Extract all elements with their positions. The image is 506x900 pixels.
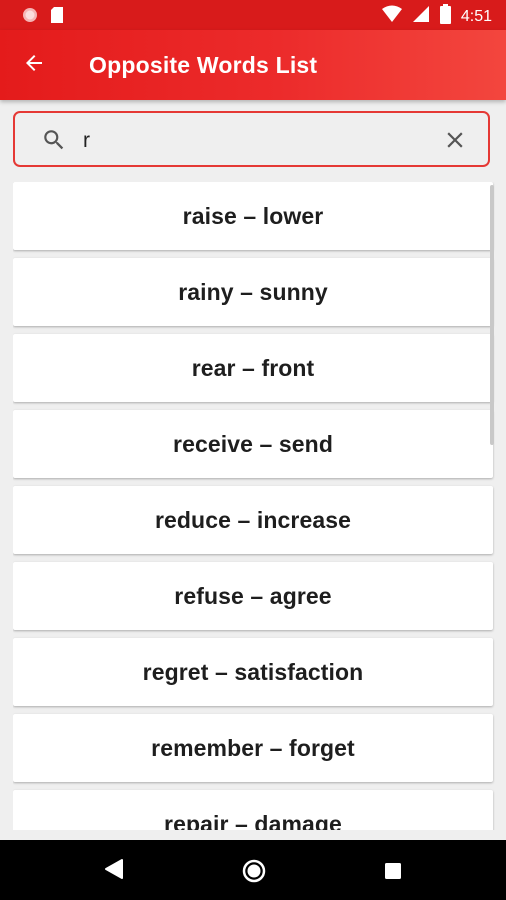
list-item[interactable]: raise – lower <box>13 182 493 250</box>
list-item[interactable]: remember – forget <box>13 714 493 782</box>
close-icon[interactable] <box>442 127 468 158</box>
search-icon <box>41 127 67 158</box>
home-circle-icon[interactable] <box>242 859 266 888</box>
opposite-words-list: raise – lower rainy – sunny rear – front… <box>13 182 495 830</box>
status-left-icons <box>22 6 64 29</box>
list-scrollbar[interactable] <box>490 185 494 445</box>
app-bar: Opposite Words List <box>0 30 506 100</box>
search-bar[interactable] <box>13 111 490 167</box>
back-triangle-icon[interactable] <box>104 858 124 885</box>
record-icon <box>22 7 38 28</box>
search-input[interactable] <box>81 123 445 159</box>
sd-card-icon <box>50 6 64 29</box>
list-item[interactable]: regret – satisfaction <box>13 638 493 706</box>
list-item[interactable]: refuse – agree <box>13 562 493 630</box>
list-item[interactable]: receive – send <box>13 410 493 478</box>
battery-icon <box>439 4 451 29</box>
recents-square-icon[interactable] <box>384 862 402 885</box>
page-title: Opposite Words List <box>89 52 318 78</box>
status-right-icons: 4:51 <box>381 4 492 29</box>
navigation-bar <box>0 840 506 900</box>
list-item[interactable]: rainy – sunny <box>13 258 493 326</box>
status-time: 4:51 <box>460 7 492 25</box>
signal-icon <box>412 5 430 28</box>
list-item[interactable]: repair – damage <box>13 790 493 830</box>
status-bar: 4:51 <box>0 0 506 30</box>
wifi-icon <box>381 5 402 28</box>
list-item[interactable]: rear – front <box>13 334 493 402</box>
list-item[interactable]: reduce – increase <box>13 486 493 554</box>
back-button[interactable] <box>16 47 52 83</box>
arrow-left-icon <box>22 51 46 80</box>
